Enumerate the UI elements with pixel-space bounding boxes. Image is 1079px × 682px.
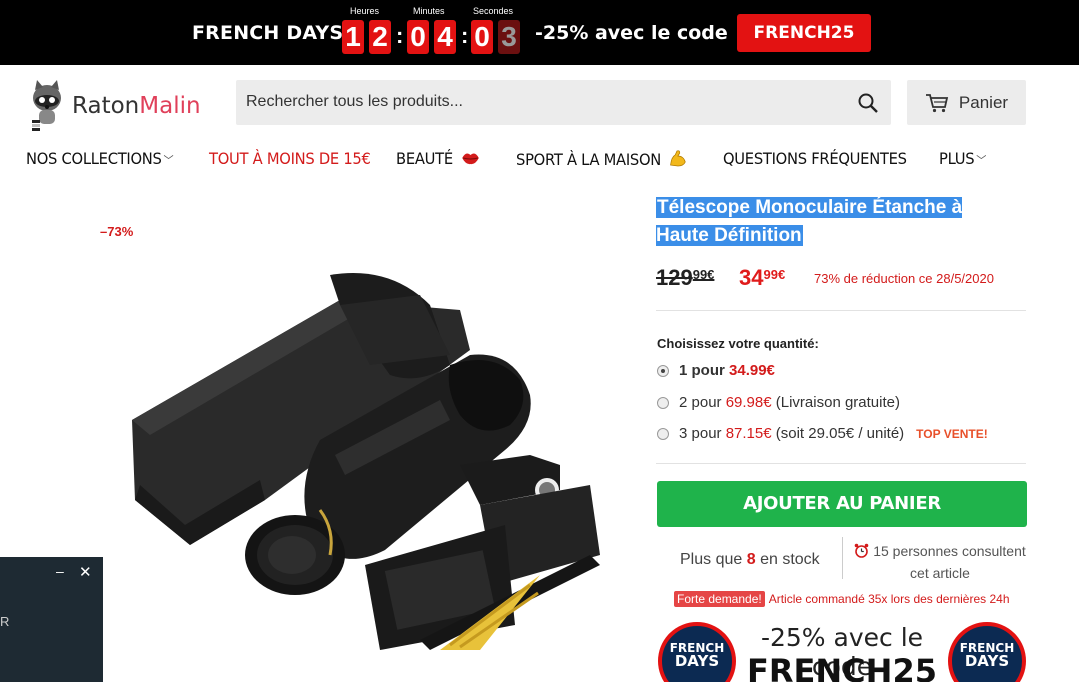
countdown-digit: 1: [342, 20, 364, 54]
nav-more-label: PLUS: [939, 149, 975, 168]
sale-price: 3499€: [739, 265, 785, 291]
stock-count: 8: [746, 551, 756, 568]
product-image[interactable]: [120, 255, 620, 675]
search-input[interactable]: Rechercher tous les produits...: [246, 93, 463, 111]
countdown-minutes-label: Minutes: [413, 6, 445, 16]
logo-text-malin: Malin: [139, 93, 201, 119]
radio-unselected[interactable]: [657, 396, 669, 409]
nav-collections[interactable]: NOS COLLECTIONS ﹀: [26, 149, 174, 171]
countdown-seconds-label: Secondes: [473, 6, 514, 16]
promo-topbar: FRENCH DAYS Heures Minutes Secondes 1 2 …: [0, 0, 1079, 65]
french-days-title: FRENCH DAYS: [192, 22, 344, 44]
discount-tag: –73%: [100, 224, 134, 239]
old-price-dec: 99€: [692, 267, 715, 282]
countdown-digit: 3: [498, 20, 520, 54]
nav-sport-label: SPORT À LA MAISON: [516, 150, 662, 169]
radio-unselected[interactable]: [657, 427, 669, 440]
countdown-hours-label: Heures: [350, 6, 380, 16]
countdown-colon: :: [461, 23, 469, 48]
alarm-clock-icon: [854, 543, 869, 558]
high-demand-notice: Forte demande! Article commandé 35x lors …: [674, 591, 1010, 607]
countdown-colon: :: [396, 23, 404, 48]
option-prefix: 1 pour: [679, 362, 730, 379]
product-title-text: Télescope Monoculaire Étanche à Haute Dé…: [656, 197, 963, 246]
old-price-int: 129: [656, 265, 693, 290]
site-logo[interactable]: RatonMalin: [28, 78, 201, 134]
cart-button[interactable]: Panier: [907, 80, 1026, 125]
chevron-down-icon: ﹀: [976, 154, 987, 167]
old-price: 12999€: [656, 265, 714, 291]
stock-text-a: Plus que: [680, 551, 747, 568]
nav-more[interactable]: PLUS ﹀: [939, 149, 986, 171]
option-price: 87.15€: [725, 425, 772, 442]
lips-icon: [461, 153, 479, 165]
french-days-badge: FRENCH DAYS: [948, 622, 1026, 682]
add-to-cart-button[interactable]: AJOUTER AU PANIER: [657, 481, 1027, 527]
high-demand-badge: Forte demande!: [674, 591, 765, 607]
nav-beauty-label: BEAUTÉ: [396, 149, 453, 168]
logo-text-raton: Raton: [72, 93, 140, 119]
quantity-label: Choisissez votre quantité:: [657, 336, 819, 351]
chat-widget[interactable]: – ✕ R: [0, 557, 103, 682]
nav-faq[interactable]: QUESTIONS FRÉQUENTES: [723, 149, 907, 171]
countdown-digit: 0: [407, 20, 429, 54]
stock-info: Plus que 8 en stock: [680, 551, 820, 569]
discount-note: 73% de réduction ce 28/5/2020: [814, 271, 994, 286]
cart-label: Panier: [958, 92, 1009, 112]
quantity-option-1[interactable]: 1 pour 34.99€: [657, 362, 775, 379]
sale-price-dec: 99€: [763, 267, 786, 282]
high-demand-text: Article commandé 35x lors des dernières …: [768, 592, 1010, 606]
countdown-digit: 2: [369, 20, 391, 54]
stock-text-b: en stock: [755, 551, 820, 568]
promo-banner: FRENCH DAYS -25% avec le code FRENCH25 FR…: [656, 620, 1028, 682]
option-prefix: 3 pour: [679, 425, 726, 442]
nav-under-15[interactable]: TOUT À MOINS DE 15€: [209, 149, 371, 171]
quantity-option-2[interactable]: 2 pour 69.98€ (Livraison gratuite): [657, 394, 900, 411]
viewers-info: 15 personnes consultent cet article: [850, 540, 1030, 584]
radio-selected[interactable]: [657, 364, 669, 377]
option-price: 69.98€: [725, 394, 772, 411]
viewers-text: 15 personnes consultent cet article: [873, 543, 1026, 581]
chat-text: R: [0, 614, 10, 629]
countdown-digit: 4: [434, 20, 456, 54]
sale-price-int: 34: [739, 265, 764, 290]
countdown-digit: 0: [471, 20, 493, 54]
chevron-down-icon: ﹀: [163, 154, 174, 167]
product-title: Télescope Monoculaire Étanche à Haute Dé…: [656, 194, 986, 250]
nav-collections-label: NOS COLLECTIONS: [26, 149, 162, 168]
raccoon-logo-icon: [32, 80, 61, 131]
french-days-badge: FRENCH DAYS: [658, 622, 736, 682]
option-suffix: (Livraison gratuite): [771, 394, 900, 411]
divider: [842, 537, 843, 579]
banner-code: FRENCH25: [747, 652, 937, 682]
quantity-option-3[interactable]: 3 pour 87.15€ (soit 29.05€ / unité) TOP V…: [657, 425, 988, 442]
close-icon[interactable]: ✕: [79, 563, 92, 581]
option-suffix: (soit 29.05€ / unité): [771, 425, 905, 442]
badge-line-2: DAYS: [964, 652, 1010, 670]
nav-beauty[interactable]: BEAUTÉ: [396, 149, 479, 171]
top-seller-badge: TOP VENTE!: [916, 426, 988, 441]
nav-sport[interactable]: SPORT À LA MAISON: [516, 149, 688, 171]
flexed-biceps-icon: [670, 150, 687, 167]
cart-icon: [925, 93, 949, 112]
search-icon[interactable]: [857, 92, 879, 114]
search-bar[interactable]: Rechercher tous les produits...: [236, 80, 891, 125]
badge-line-2: DAYS: [674, 652, 720, 670]
minimize-icon[interactable]: –: [56, 563, 64, 579]
promo-text: -25% avec le code: [535, 22, 728, 44]
option-price: 34.99€: [729, 362, 775, 379]
divider: [656, 463, 1026, 464]
promo-code-button[interactable]: FRENCH25: [737, 14, 871, 52]
option-prefix: 2 pour: [679, 394, 726, 411]
divider: [656, 310, 1026, 311]
